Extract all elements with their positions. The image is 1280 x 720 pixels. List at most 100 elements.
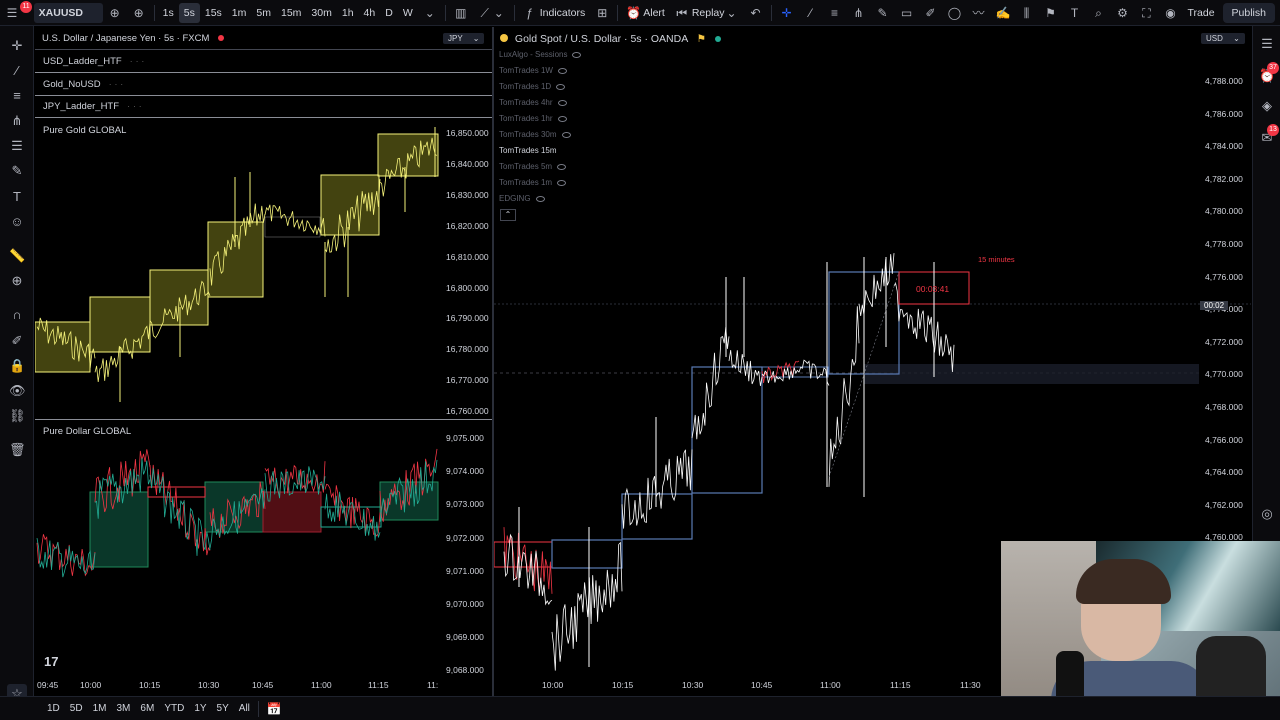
indicator-item[interactable]: TomTrades 5m xyxy=(499,162,567,171)
pitchfork-icon[interactable]: ⋔ xyxy=(9,113,25,129)
price-tick: 16,830.000 xyxy=(446,189,489,200)
timeframe-30m[interactable]: 30m xyxy=(306,0,336,26)
eye-hidden-icon[interactable] xyxy=(561,131,571,138)
timeframe-4h[interactable]: 4h xyxy=(359,0,381,26)
text-icon[interactable]: T xyxy=(9,189,25,205)
timeframe-W[interactable]: W xyxy=(398,0,418,26)
trendline-icon[interactable]: ⁄ xyxy=(9,63,25,79)
lines-icon[interactable]: ≡ xyxy=(9,88,25,104)
compare-button[interactable]: ⊕ xyxy=(127,0,151,26)
ruler-icon[interactable]: 📏 xyxy=(9,248,25,264)
eye-hidden-icon[interactable] xyxy=(557,163,567,170)
draw-mode-icon[interactable]: ✐ xyxy=(9,333,25,349)
range-5y[interactable]: 5Y xyxy=(212,703,234,714)
crosshair-icon[interactable]: ✛ xyxy=(9,38,25,54)
crosshair-tool[interactable]: ✛ xyxy=(775,0,799,26)
indicator-item[interactable]: TomTrades 1D xyxy=(499,82,566,91)
indicator-item[interactable]: TomTrades 1hr xyxy=(499,114,567,123)
indicator-item[interactable]: TomTrades 1m xyxy=(499,178,567,187)
xauusd-title: Gold Spot / U.S. Dollar · 5s · OANDA xyxy=(514,33,688,45)
range-6m[interactable]: 6M xyxy=(135,703,159,714)
left-currency-button[interactable]: JPY ⌄ xyxy=(443,33,485,44)
indicator-item[interactable]: TomTrades 15m xyxy=(499,146,557,155)
lock-icon[interactable]: 🔒 xyxy=(9,358,25,374)
magnet-icon[interactable]: ∩ xyxy=(9,307,25,323)
indicator-label: TomTrades 15m xyxy=(499,146,557,155)
chart-type-button[interactable]: ▥ xyxy=(449,0,473,26)
right-currency-button[interactable]: USD ⌄ xyxy=(1201,33,1245,44)
range-1d[interactable]: 1D xyxy=(42,703,65,714)
range-1m[interactable]: 1M xyxy=(88,703,112,714)
flag-tool[interactable]: ⚑ xyxy=(1039,0,1063,26)
target-icon[interactable]: ◎ xyxy=(1259,506,1275,522)
range-ytd[interactable]: YTD xyxy=(159,703,189,714)
publish-button[interactable]: Publish xyxy=(1222,2,1275,23)
collapse-legend-button[interactable]: ⌃ xyxy=(500,209,516,221)
replay-button[interactable]: ⏮ Replay ⌄ xyxy=(670,0,744,26)
smiley-icon[interactable]: ☺ xyxy=(9,214,25,230)
time-tick: 11:00 xyxy=(311,680,332,690)
timeframe-15m[interactable]: 15m xyxy=(276,0,306,26)
timeframe-1s[interactable]: 1s xyxy=(158,0,179,26)
eye-hidden-icon[interactable] xyxy=(557,115,567,122)
layers-icon[interactable]: ◈ xyxy=(1259,98,1275,114)
alert-button[interactable]: ⏰ Alert xyxy=(621,0,670,26)
templates-button[interactable]: ⊞ xyxy=(590,0,614,26)
timeframe-5m[interactable]: 5m xyxy=(251,0,276,26)
indicator-item[interactable]: TomTrades 1W xyxy=(499,66,567,75)
indicator-item[interactable]: TomTrades 30m xyxy=(499,130,571,139)
range-1y[interactable]: 1Y xyxy=(189,703,211,714)
trash-icon[interactable]: 🗑 xyxy=(9,442,26,458)
timeframe-dropdown[interactable]: ⌄ xyxy=(418,0,442,26)
timeframe-1m[interactable]: 1m xyxy=(227,0,252,26)
shape-tool[interactable]: ◯ xyxy=(943,0,967,26)
link-icon[interactable]: ⛓ xyxy=(9,408,26,424)
timeframe-5s[interactable]: 5s xyxy=(178,2,200,23)
eye-hidden-icon[interactable] xyxy=(557,99,567,106)
fib-tool[interactable]: ≡ xyxy=(823,0,847,26)
eye-hidden-icon[interactable] xyxy=(557,179,567,186)
timeframe-D[interactable]: D xyxy=(380,0,398,26)
brush-icon[interactable]: ✎ xyxy=(9,163,25,179)
measure-tool[interactable]: ⫼ xyxy=(1015,0,1039,26)
indicator-item[interactable]: TomTrades 4hr xyxy=(499,98,567,107)
text-tool[interactable]: T xyxy=(1063,0,1087,26)
timeframe-1h[interactable]: 1h xyxy=(337,0,359,26)
trade-label: Trade xyxy=(1187,6,1215,19)
eye-hidden-icon[interactable] xyxy=(557,67,567,74)
search-button[interactable]: ⌕ xyxy=(1087,0,1111,26)
pitchfork-tool[interactable]: ⋔ xyxy=(847,0,871,26)
webcam-overlay xyxy=(1001,541,1280,720)
projection-tool[interactable]: ✍ xyxy=(991,0,1015,26)
brush-tool[interactable]: ✎ xyxy=(871,0,895,26)
eye-hidden-icon[interactable] xyxy=(535,195,545,202)
pen-tool[interactable]: ✐ xyxy=(919,0,943,26)
add-symbol-button[interactable]: ⊕ xyxy=(103,0,127,26)
line-chart-button[interactable]: ⟋ ⌄ xyxy=(473,0,511,26)
range-5d[interactable]: 5D xyxy=(65,703,88,714)
eye-icon[interactable]: 👁 xyxy=(9,383,26,399)
fullscreen-button[interactable]: ⛶ xyxy=(1135,0,1159,26)
fib-icon[interactable]: ☰ xyxy=(9,138,25,154)
watchlist-icon[interactable]: ☰ xyxy=(1259,36,1275,52)
timeframe-15s[interactable]: 15s xyxy=(200,0,227,26)
eye-hidden-icon[interactable] xyxy=(556,83,566,90)
undo-button[interactable]: ↶ xyxy=(744,0,768,26)
right-chart-title: Gold Spot / U.S. Dollar · 5s · OANDA ⚑ xyxy=(500,33,721,45)
range-3m[interactable]: 3M xyxy=(112,703,136,714)
symbol-search[interactable]: XAUUSD xyxy=(33,2,103,23)
zoom-icon[interactable]: ⊕ xyxy=(9,273,25,289)
rectangle-tool[interactable]: ▭ xyxy=(895,0,919,26)
date-range-button[interactable]: 📅 xyxy=(262,702,286,716)
pattern-tool[interactable]: 〰 xyxy=(967,0,991,26)
trendline-tool[interactable]: ⁄ xyxy=(799,0,823,26)
eye-hidden-icon[interactable] xyxy=(572,51,582,58)
indicators-button[interactable]: ƒ Indicators xyxy=(518,0,591,26)
menu-button[interactable]: ☰ 11 xyxy=(0,0,32,26)
range-all[interactable]: All xyxy=(234,703,255,714)
snapshot-button[interactable]: ◉ xyxy=(1159,0,1183,26)
settings-button[interactable]: ⚙ xyxy=(1111,0,1135,26)
trade-button[interactable]: Trade xyxy=(1183,0,1220,26)
indicator-item[interactable]: EDGING xyxy=(499,194,545,203)
indicator-item[interactable]: LuxAlgo - Sessions xyxy=(499,50,582,59)
